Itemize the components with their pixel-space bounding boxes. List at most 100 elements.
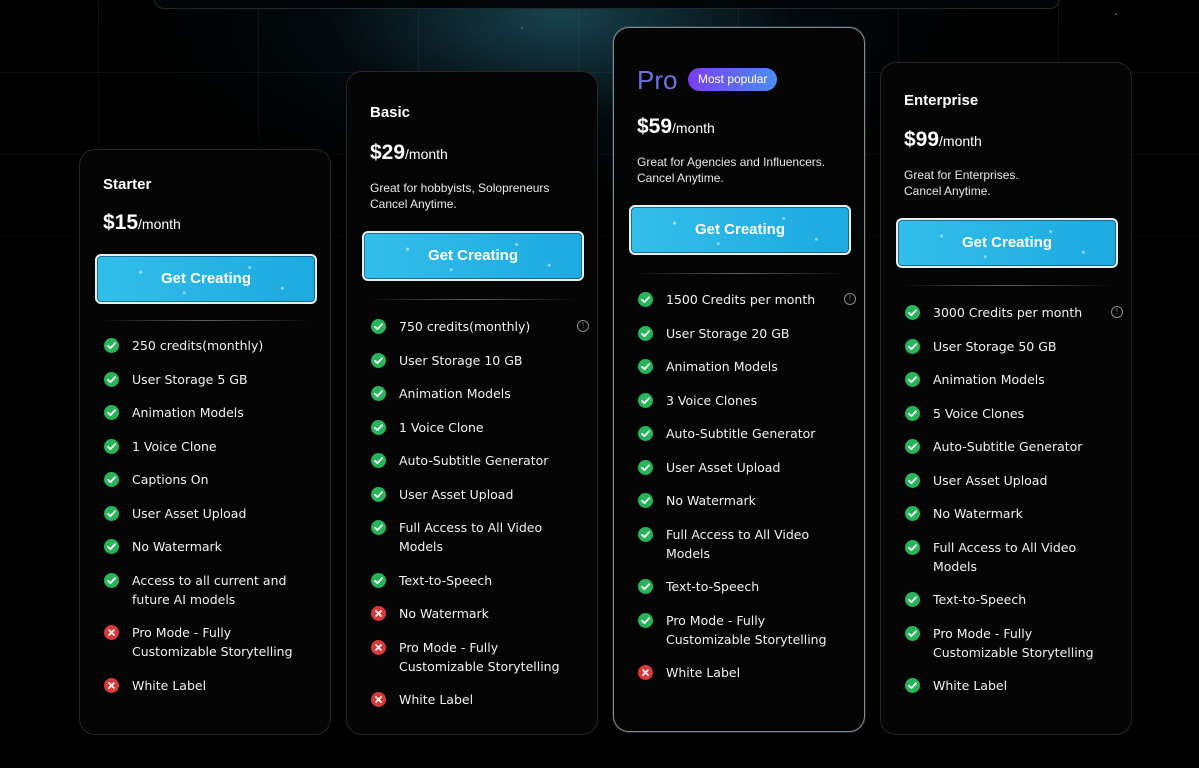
- check-circle-icon: [371, 520, 386, 535]
- top-panel: [154, 0, 1060, 9]
- feature-text: User Asset Upload: [666, 459, 781, 475]
- get-creating-button[interactable]: Get Creating: [629, 205, 851, 255]
- plan-name: Starter: [103, 176, 152, 193]
- most-popular-badge: Most popular: [688, 68, 778, 91]
- check-circle-icon: [638, 493, 653, 508]
- x-circle-icon: [371, 606, 386, 621]
- price-amount: $29: [370, 141, 406, 164]
- feature-text: Animation Models: [399, 386, 511, 401]
- check-circle-icon: [371, 386, 386, 401]
- check-circle-icon: [638, 392, 653, 408]
- check-circle-icon: [371, 572, 386, 588]
- x-circle-icon: [371, 639, 386, 655]
- get-creating-button[interactable]: Get Creating: [362, 231, 584, 281]
- feature-text: White Label: [132, 677, 207, 693]
- feature-text: User Storage 10 GB: [399, 352, 523, 368]
- divider: [634, 273, 846, 274]
- feature-text: Text-to-Speech: [933, 592, 1027, 607]
- check-circle-icon: [371, 486, 386, 502]
- feature-text: 750 credits(monthly): [399, 319, 531, 334]
- feature-text: 3000 Credits per month: [933, 305, 1083, 320]
- plan-card-basic: Basic $29/month Great for hobbyists, Sol…: [346, 71, 598, 735]
- divider: [901, 285, 1113, 286]
- plan-card-starter: Starter $15/month Get Creating 250 credi…: [79, 149, 331, 735]
- description-line: Cancel Anytime.: [904, 184, 991, 198]
- check-circle-icon: [104, 539, 119, 554]
- plan-price: $99/month: [904, 128, 982, 152]
- plan-name: Pro: [637, 65, 678, 95]
- plan-description: Great for Agencies and Influencers. Canc…: [637, 154, 847, 186]
- feature-text: No Watermark: [933, 506, 1023, 521]
- description-line: Great for hobbyists, Solopreneurs: [370, 181, 550, 195]
- check-circle-icon: [905, 506, 920, 521]
- check-circle-icon: [905, 372, 920, 387]
- plan-card-enterprise: Enterprise $99/month Great for Enterpris…: [880, 62, 1132, 735]
- x-circle-icon: [104, 677, 119, 693]
- feature-text: 1 Voice Clone: [399, 419, 484, 435]
- price-period: /month: [672, 120, 715, 136]
- description-line: Cancel Anytime.: [370, 197, 457, 211]
- feature-text: User Storage 5 GB: [132, 371, 248, 387]
- description-line: Cancel Anytime.: [637, 171, 724, 185]
- divider: [100, 320, 312, 321]
- check-circle-icon: [104, 338, 119, 353]
- price-amount: $15: [103, 211, 139, 234]
- feature-text: Auto-Subtitle Generator: [933, 439, 1083, 454]
- feature-text: 1 Voice Clone: [132, 438, 217, 454]
- check-circle-icon: [905, 472, 920, 488]
- get-creating-button[interactable]: Get Creating: [95, 254, 317, 304]
- feature-text: No Watermark: [666, 493, 756, 508]
- check-circle-icon: [905, 338, 920, 354]
- plan-price: $15/month: [103, 211, 181, 235]
- check-circle-icon: [104, 572, 119, 588]
- description-line: Great for Enterprises.: [904, 168, 1019, 182]
- info-icon[interactable]: !: [1111, 306, 1123, 318]
- info-icon[interactable]: !: [577, 320, 589, 332]
- check-circle-icon: [905, 592, 920, 607]
- price-amount: $99: [904, 128, 940, 151]
- check-circle-icon: [905, 405, 920, 421]
- feature-text: Full Access to All Video Models: [666, 526, 810, 561]
- feature-text: 1500 Credits per month: [666, 292, 816, 307]
- check-circle-icon: [638, 612, 653, 628]
- feature-text: No Watermark: [132, 539, 222, 554]
- check-circle-icon: [104, 505, 119, 521]
- plan-price: $59/month: [637, 115, 715, 139]
- feature-text: Full Access to All Video Models: [399, 520, 543, 554]
- check-circle-icon: [638, 426, 653, 441]
- feature-text: Pro Mode - Fully Customizable Storytelli…: [399, 639, 560, 674]
- check-circle-icon: [638, 292, 653, 307]
- star-dot: [521, 27, 523, 29]
- feature-text: Captions On: [132, 472, 209, 487]
- price-period: /month: [939, 133, 982, 149]
- check-circle-icon: [371, 453, 386, 468]
- feature-text: No Watermark: [399, 606, 489, 621]
- price-period: /month: [138, 216, 181, 232]
- check-circle-icon: [905, 439, 920, 454]
- x-circle-icon: [638, 665, 653, 680]
- plan-description: Great for hobbyists, Solopreneurs Cancel…: [370, 180, 580, 212]
- check-circle-icon: [104, 405, 119, 420]
- price-amount: $59: [637, 115, 673, 138]
- check-circle-icon: [905, 305, 920, 320]
- feature-text: Auto-Subtitle Generator: [666, 426, 816, 441]
- check-circle-icon: [638, 579, 653, 594]
- x-circle-icon: [104, 625, 119, 640]
- info-icon[interactable]: !: [844, 293, 856, 305]
- feature-text: Animation Models: [933, 372, 1045, 387]
- check-circle-icon: [371, 419, 386, 435]
- check-circle-icon: [638, 459, 653, 475]
- check-circle-icon: [371, 319, 386, 334]
- star-dot: [1115, 13, 1117, 15]
- feature-text: Full Access to All Video Models: [933, 539, 1077, 574]
- feature-text: User Asset Upload: [933, 472, 1048, 488]
- feature-text: User Storage 50 GB: [933, 338, 1057, 354]
- feature-text: White Label: [933, 678, 1008, 693]
- plan-price: $29/month: [370, 141, 448, 165]
- feature-text: Pro Mode - Fully Customizable Storytelli…: [132, 625, 293, 659]
- price-period: /month: [405, 146, 448, 162]
- check-circle-icon: [905, 625, 920, 641]
- check-circle-icon: [638, 325, 653, 341]
- get-creating-button[interactable]: Get Creating: [896, 218, 1118, 268]
- feature-text: Pro Mode - Fully Customizable Storytelli…: [933, 625, 1094, 660]
